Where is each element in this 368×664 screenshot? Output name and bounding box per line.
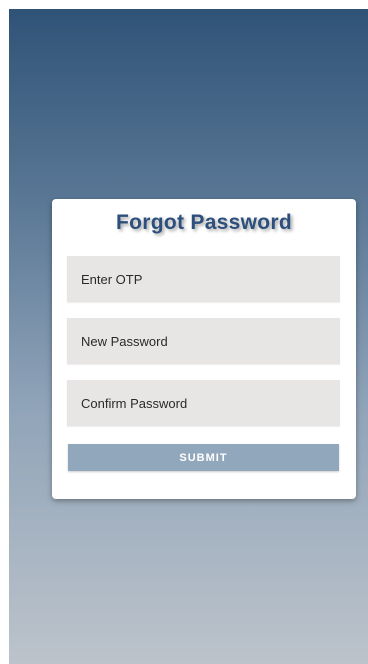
new-password-placeholder: New Password — [81, 333, 168, 349]
new-password-input[interactable]: New Password — [67, 318, 340, 364]
otp-input[interactable]: Enter OTP — [67, 256, 340, 302]
otp-placeholder: Enter OTP — [81, 271, 143, 287]
submit-label: SUBMIT — [179, 451, 228, 464]
confirm-password-input[interactable]: Confirm Password — [67, 380, 340, 426]
page-title: Forgot Password — [115, 211, 293, 234]
forgot-password-card: Forgot Password Enter OTP New Password C… — [52, 199, 356, 499]
submit-button[interactable]: SUBMIT — [68, 444, 339, 471]
app-background: Forgot Password Enter OTP New Password C… — [9, 9, 368, 664]
confirm-password-placeholder: Confirm Password — [81, 395, 188, 411]
